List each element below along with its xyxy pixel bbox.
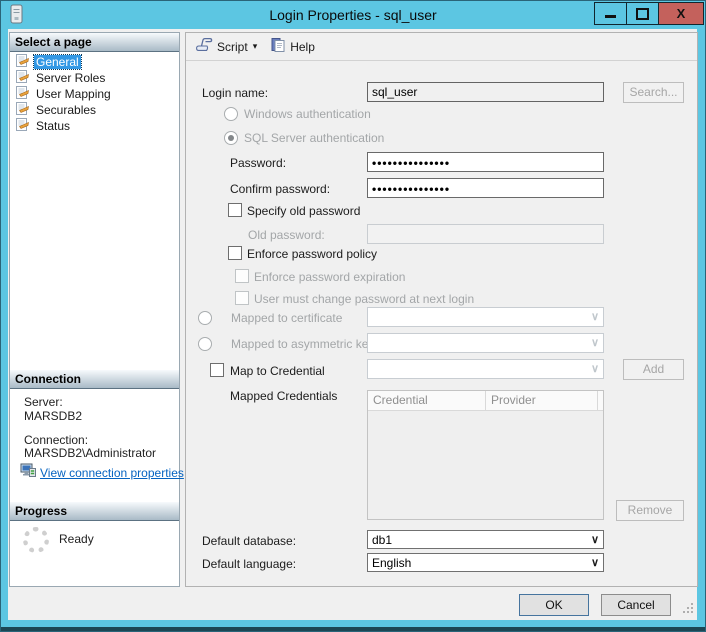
main-panel: Script ▾ Help Login name: sql_user Searc…: [185, 32, 698, 587]
ok-button[interactable]: OK: [519, 594, 589, 616]
title-bar[interactable]: Login Properties - sql_user X: [1, 1, 705, 29]
sidebar-item-label: General: [34, 55, 81, 69]
sidebar-item-status[interactable]: Status: [10, 118, 179, 134]
script-dropdown-arrow[interactable]: ▾: [253, 41, 258, 52]
close-button[interactable]: X: [658, 2, 704, 25]
grid-header-provider: Provider: [486, 391, 598, 410]
grid-header-credential: Credential: [368, 391, 486, 410]
script-icon: [195, 37, 213, 56]
mapped-credentials-grid[interactable]: Credential Provider: [367, 390, 604, 520]
dialog-client-area: Select a page General Server Roles User …: [8, 29, 697, 620]
sidebar-item-label: User Mapping: [34, 87, 113, 101]
mapped-key-radio: [198, 337, 212, 351]
minimize-icon: [605, 15, 616, 18]
enforce-policy-checkbox[interactable]: [228, 246, 242, 260]
enforce-expiration-label: Enforce password expiration: [254, 270, 405, 284]
footer: OK Cancel: [8, 587, 697, 622]
sql-auth-label: SQL Server authentication: [244, 131, 384, 145]
sidebar-item-general[interactable]: General: [10, 54, 179, 70]
help-button[interactable]: Help: [270, 37, 315, 56]
default-language-label: Default language:: [202, 557, 296, 571]
chevron-down-icon: ∨: [591, 336, 599, 349]
close-icon: X: [677, 6, 686, 21]
script-button[interactable]: Script: [195, 37, 248, 56]
default-language-combobox[interactable]: English ∨: [367, 553, 604, 572]
must-change-label: User must change password at next login: [254, 292, 474, 306]
chevron-down-icon: ∨: [591, 310, 599, 323]
add-button: Add: [623, 359, 684, 380]
mapped-credentials-label: Mapped Credentials: [230, 389, 337, 403]
page-list: General Server Roles User Mapping Secura…: [10, 54, 179, 134]
login-name-input[interactable]: sql_user: [367, 82, 604, 102]
minimize-button[interactable]: [594, 2, 627, 25]
window-controls: X: [595, 2, 704, 25]
sidebar-item-user-mapping[interactable]: User Mapping: [10, 86, 179, 102]
sql-auth-radio: [224, 131, 238, 145]
old-password-label: Old password:: [248, 228, 325, 242]
progress-spinner-icon: [23, 527, 49, 553]
confirm-password-input[interactable]: •••••••••••••••: [367, 178, 604, 198]
enforce-expiration-checkbox: [235, 269, 249, 283]
chevron-down-icon: ∨: [591, 556, 599, 569]
general-page-content: Login name: sql_user Search... Windows a…: [186, 61, 697, 586]
sidebar-item-label: Status: [34, 119, 72, 133]
map-credential-label[interactable]: Map to Credential: [230, 364, 325, 378]
password-label: Password:: [230, 156, 286, 170]
specify-old-password-label[interactable]: Specify old password: [247, 204, 360, 218]
resize-grip[interactable]: [683, 601, 694, 619]
sidebar-item-securables[interactable]: Securables: [10, 102, 179, 118]
must-change-checkbox: [235, 291, 249, 305]
mapped-cert-combobox: ∨: [367, 307, 604, 327]
maximize-icon: [636, 8, 649, 20]
maximize-button[interactable]: [626, 2, 659, 25]
cancel-button[interactable]: Cancel: [601, 594, 671, 616]
default-database-combobox[interactable]: db1 ∨: [367, 530, 604, 549]
toolbar: Script ▾ Help: [186, 33, 697, 61]
old-password-input: [367, 224, 604, 244]
sidebar-item-server-roles[interactable]: Server Roles: [10, 70, 179, 86]
script-label: Script: [217, 40, 248, 54]
progress-status: Ready: [59, 532, 94, 546]
map-credential-checkbox[interactable]: [210, 363, 224, 377]
enforce-policy-label[interactable]: Enforce password policy: [247, 247, 377, 261]
app-window-icon: [10, 4, 23, 30]
sidebar-item-label: Securables: [34, 103, 98, 117]
connection-header: Connection: [10, 370, 179, 389]
login-name-label: Login name:: [202, 86, 268, 100]
default-database-value: db1: [372, 533, 392, 547]
password-input[interactable]: •••••••••••••••: [367, 152, 604, 172]
grid-header-row: Credential Provider: [368, 391, 603, 411]
login-properties-window: Login Properties - sql_user X Select a p…: [0, 0, 706, 632]
search-button: Search...: [623, 82, 684, 103]
windows-auth-label: Windows authentication: [244, 107, 371, 121]
specify-old-password-checkbox[interactable]: [228, 203, 242, 217]
mapped-key-label: Mapped to asymmetric key: [231, 337, 374, 351]
progress-header: Progress: [10, 502, 179, 521]
sidebar-item-label: Server Roles: [34, 71, 107, 85]
windows-auth-radio: [224, 107, 238, 121]
default-language-value: English: [372, 556, 411, 570]
confirm-password-label: Confirm password:: [230, 182, 330, 196]
default-database-label: Default database:: [202, 534, 296, 548]
server-value: MARSDB2: [24, 409, 82, 423]
server-label: Server:: [24, 395, 63, 409]
view-connection-properties-link[interactable]: View connection properties: [40, 466, 184, 480]
mapped-key-combobox: ∨: [367, 333, 604, 353]
connection-value: MARSDB2\Administrator: [24, 446, 156, 460]
remove-button: Remove: [616, 500, 684, 521]
chevron-down-icon: ∨: [591, 362, 599, 375]
sidebar: Select a page General Server Roles User …: [9, 32, 180, 587]
mapped-cert-radio: [198, 311, 212, 325]
chevron-down-icon: ∨: [591, 533, 599, 546]
connection-label: Connection:: [24, 433, 88, 447]
page-icon: [15, 117, 30, 135]
help-label: Help: [290, 40, 315, 54]
map-credential-combobox: ∨: [367, 359, 604, 379]
help-icon: [270, 37, 286, 56]
mapped-cert-label: Mapped to certificate: [231, 311, 342, 325]
connection-properties-icon: [20, 463, 37, 484]
select-a-page-header: Select a page: [10, 33, 179, 52]
